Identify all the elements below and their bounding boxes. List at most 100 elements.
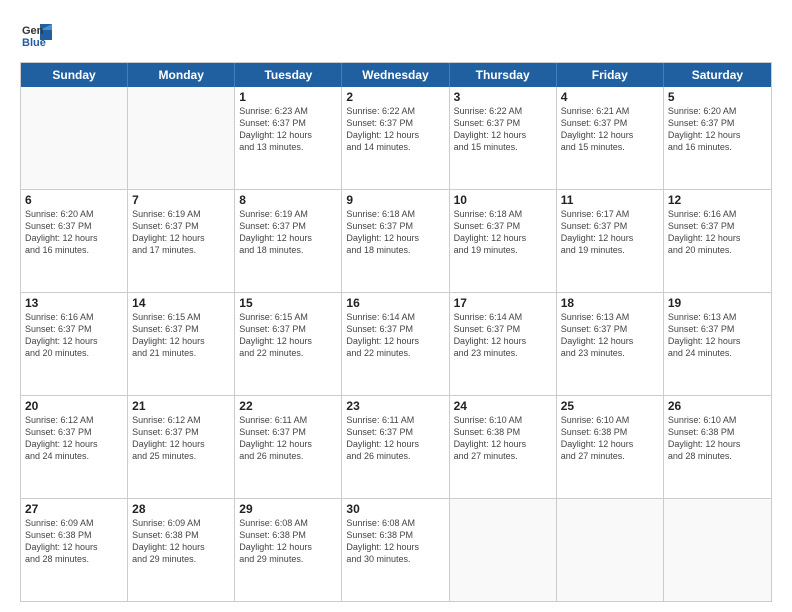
- day-number: 12: [668, 193, 767, 207]
- day-number: 4: [561, 90, 659, 104]
- day-number: 3: [454, 90, 552, 104]
- calendar-cell: 24Sunrise: 6:10 AM Sunset: 6:38 PM Dayli…: [450, 396, 557, 498]
- day-number: 16: [346, 296, 444, 310]
- calendar-cell: 10Sunrise: 6:18 AM Sunset: 6:37 PM Dayli…: [450, 190, 557, 292]
- day-info: Sunrise: 6:09 AM Sunset: 6:38 PM Dayligh…: [25, 517, 123, 566]
- logo: Gen Blue: [20, 16, 60, 52]
- day-number: 10: [454, 193, 552, 207]
- svg-text:Blue: Blue: [22, 37, 46, 49]
- day-number: 14: [132, 296, 230, 310]
- day-info: Sunrise: 6:08 AM Sunset: 6:38 PM Dayligh…: [239, 517, 337, 566]
- day-info: Sunrise: 6:10 AM Sunset: 6:38 PM Dayligh…: [668, 414, 767, 463]
- calendar-cell: 15Sunrise: 6:15 AM Sunset: 6:37 PM Dayli…: [235, 293, 342, 395]
- day-info: Sunrise: 6:12 AM Sunset: 6:37 PM Dayligh…: [132, 414, 230, 463]
- day-number: 5: [668, 90, 767, 104]
- calendar-cell: 12Sunrise: 6:16 AM Sunset: 6:37 PM Dayli…: [664, 190, 771, 292]
- day-info: Sunrise: 6:13 AM Sunset: 6:37 PM Dayligh…: [561, 311, 659, 360]
- calendar-cell: [664, 499, 771, 601]
- logo-icon: Gen Blue: [20, 16, 56, 52]
- day-info: Sunrise: 6:19 AM Sunset: 6:37 PM Dayligh…: [239, 208, 337, 257]
- page: Gen Blue SundayMondayTuesdayWednesdayThu…: [0, 0, 792, 612]
- calendar-cell: 5Sunrise: 6:20 AM Sunset: 6:37 PM Daylig…: [664, 87, 771, 189]
- day-number: 11: [561, 193, 659, 207]
- day-info: Sunrise: 6:15 AM Sunset: 6:37 PM Dayligh…: [239, 311, 337, 360]
- day-info: Sunrise: 6:14 AM Sunset: 6:37 PM Dayligh…: [454, 311, 552, 360]
- calendar-row: 20 Sunrise: 6:12 AM Sunset: 6:37 PM Dayli…: [21, 396, 771, 499]
- day-info: Sunrise: 6:23 AM Sunset: 6:37 PM Dayligh…: [239, 105, 337, 154]
- calendar-cell: 26Sunrise: 6:10 AM Sunset: 6:38 PM Dayli…: [664, 396, 771, 498]
- header: Gen Blue: [20, 16, 772, 52]
- calendar-cell: 9Sunrise: 6:18 AM Sunset: 6:37 PM Daylig…: [342, 190, 449, 292]
- day-info: Sunrise: 6:14 AM Sunset: 6:37 PM Dayligh…: [346, 311, 444, 360]
- calendar-cell: 13Sunrise: 6:16 AM Sunset: 6:37 PM Dayli…: [21, 293, 128, 395]
- calendar-cell: [128, 87, 235, 189]
- day-info: Sunrise: 6:19 AM Sunset: 6:37 PM Dayligh…: [132, 208, 230, 257]
- day-info: Sunrise: 6:16 AM Sunset: 6:37 PM Dayligh…: [668, 208, 767, 257]
- calendar-cell: 16Sunrise: 6:14 AM Sunset: 6:37 PM Dayli…: [342, 293, 449, 395]
- weekday-header: Thursday: [450, 63, 557, 87]
- day-info: Sunrise: 6:11 AM Sunset: 6:37 PM Dayligh…: [346, 414, 444, 463]
- day-number: 21: [132, 399, 230, 413]
- day-number: 2: [346, 90, 444, 104]
- calendar-cell: 8Sunrise: 6:19 AM Sunset: 6:37 PM Daylig…: [235, 190, 342, 292]
- day-number: 7: [132, 193, 230, 207]
- day-info: Sunrise: 6:22 AM Sunset: 6:37 PM Dayligh…: [346, 105, 444, 154]
- day-number: 19: [668, 296, 767, 310]
- day-number: 30: [346, 502, 444, 516]
- weekday-header: Sunday: [21, 63, 128, 87]
- day-number: 26: [668, 399, 767, 413]
- day-info: Sunrise: 6:13 AM Sunset: 6:37 PM Dayligh…: [668, 311, 767, 360]
- day-info: Sunrise: 6:09 AM Sunset: 6:38 PM Dayligh…: [132, 517, 230, 566]
- day-info: Sunrise: 6:16 AM Sunset: 6:37 PM Dayligh…: [25, 311, 123, 360]
- day-number: 1: [239, 90, 337, 104]
- day-info: Sunrise: 6:18 AM Sunset: 6:37 PM Dayligh…: [346, 208, 444, 257]
- weekday-header: Friday: [557, 63, 664, 87]
- calendar-cell: 30Sunrise: 6:08 AM Sunset: 6:38 PM Dayli…: [342, 499, 449, 601]
- day-number: 25: [561, 399, 659, 413]
- weekday-header: Saturday: [664, 63, 771, 87]
- day-number: 27: [25, 502, 123, 516]
- calendar-cell: 25Sunrise: 6:10 AM Sunset: 6:38 PM Dayli…: [557, 396, 664, 498]
- calendar-cell: 19Sunrise: 6:13 AM Sunset: 6:37 PM Dayli…: [664, 293, 771, 395]
- calendar-cell: 14Sunrise: 6:15 AM Sunset: 6:37 PM Dayli…: [128, 293, 235, 395]
- calendar-cell: 17Sunrise: 6:14 AM Sunset: 6:37 PM Dayli…: [450, 293, 557, 395]
- calendar-row: 6Sunrise: 6:20 AM Sunset: 6:37 PM Daylig…: [21, 190, 771, 293]
- day-info: Sunrise: 6:17 AM Sunset: 6:37 PM Dayligh…: [561, 208, 659, 257]
- weekday-header: Monday: [128, 63, 235, 87]
- day-info: Sunrise: 6:22 AM Sunset: 6:37 PM Dayligh…: [454, 105, 552, 154]
- day-number: 17: [454, 296, 552, 310]
- day-number: 29: [239, 502, 337, 516]
- calendar-row: 13Sunrise: 6:16 AM Sunset: 6:37 PM Dayli…: [21, 293, 771, 396]
- day-info: Sunrise: 6:11 AM Sunset: 6:37 PM Dayligh…: [239, 414, 337, 463]
- calendar: SundayMondayTuesdayWednesdayThursdayFrid…: [20, 62, 772, 602]
- svg-text:Gen: Gen: [22, 25, 44, 37]
- day-number: 23: [346, 399, 444, 413]
- calendar-cell: [21, 87, 128, 189]
- calendar-cell: 18Sunrise: 6:13 AM Sunset: 6:37 PM Dayli…: [557, 293, 664, 395]
- calendar-cell: 20Sunrise: 6:12 AM Sunset: 6:37 PM Dayli…: [21, 396, 128, 498]
- day-info: Sunrise: 6:20 AM Sunset: 6:37 PM Dayligh…: [25, 208, 123, 257]
- day-number: 8: [239, 193, 337, 207]
- calendar-cell: 23Sunrise: 6:11 AM Sunset: 6:37 PM Dayli…: [342, 396, 449, 498]
- calendar-cell: 11Sunrise: 6:17 AM Sunset: 6:37 PM Dayli…: [557, 190, 664, 292]
- day-info: Sunrise: 6:10 AM Sunset: 6:38 PM Dayligh…: [561, 414, 659, 463]
- day-number: 15: [239, 296, 337, 310]
- calendar-cell: 27Sunrise: 6:09 AM Sunset: 6:38 PM Dayli…: [21, 499, 128, 601]
- calendar-cell: 3Sunrise: 6:22 AM Sunset: 6:37 PM Daylig…: [450, 87, 557, 189]
- calendar-cell: 2Sunrise: 6:22 AM Sunset: 6:37 PM Daylig…: [342, 87, 449, 189]
- calendar-cell: 22Sunrise: 6:11 AM Sunset: 6:37 PM Dayli…: [235, 396, 342, 498]
- calendar-row: 27Sunrise: 6:09 AM Sunset: 6:38 PM Dayli…: [21, 499, 771, 601]
- day-number: 18: [561, 296, 659, 310]
- day-number: 9: [346, 193, 444, 207]
- day-number: 20: [25, 399, 123, 413]
- day-info: Sunrise: 6:15 AM Sunset: 6:37 PM Dayligh…: [132, 311, 230, 360]
- calendar-cell: 7Sunrise: 6:19 AM Sunset: 6:37 PM Daylig…: [128, 190, 235, 292]
- weekday-header: Tuesday: [235, 63, 342, 87]
- calendar-cell: [450, 499, 557, 601]
- day-number: 13: [25, 296, 123, 310]
- day-info: Sunrise: 6:08 AM Sunset: 6:38 PM Dayligh…: [346, 517, 444, 566]
- calendar-cell: [557, 499, 664, 601]
- calendar-cell: 6Sunrise: 6:20 AM Sunset: 6:37 PM Daylig…: [21, 190, 128, 292]
- calendar-header: SundayMondayTuesdayWednesdayThursdayFrid…: [21, 63, 771, 87]
- calendar-row: 1Sunrise: 6:23 AM Sunset: 6:37 PM Daylig…: [21, 87, 771, 190]
